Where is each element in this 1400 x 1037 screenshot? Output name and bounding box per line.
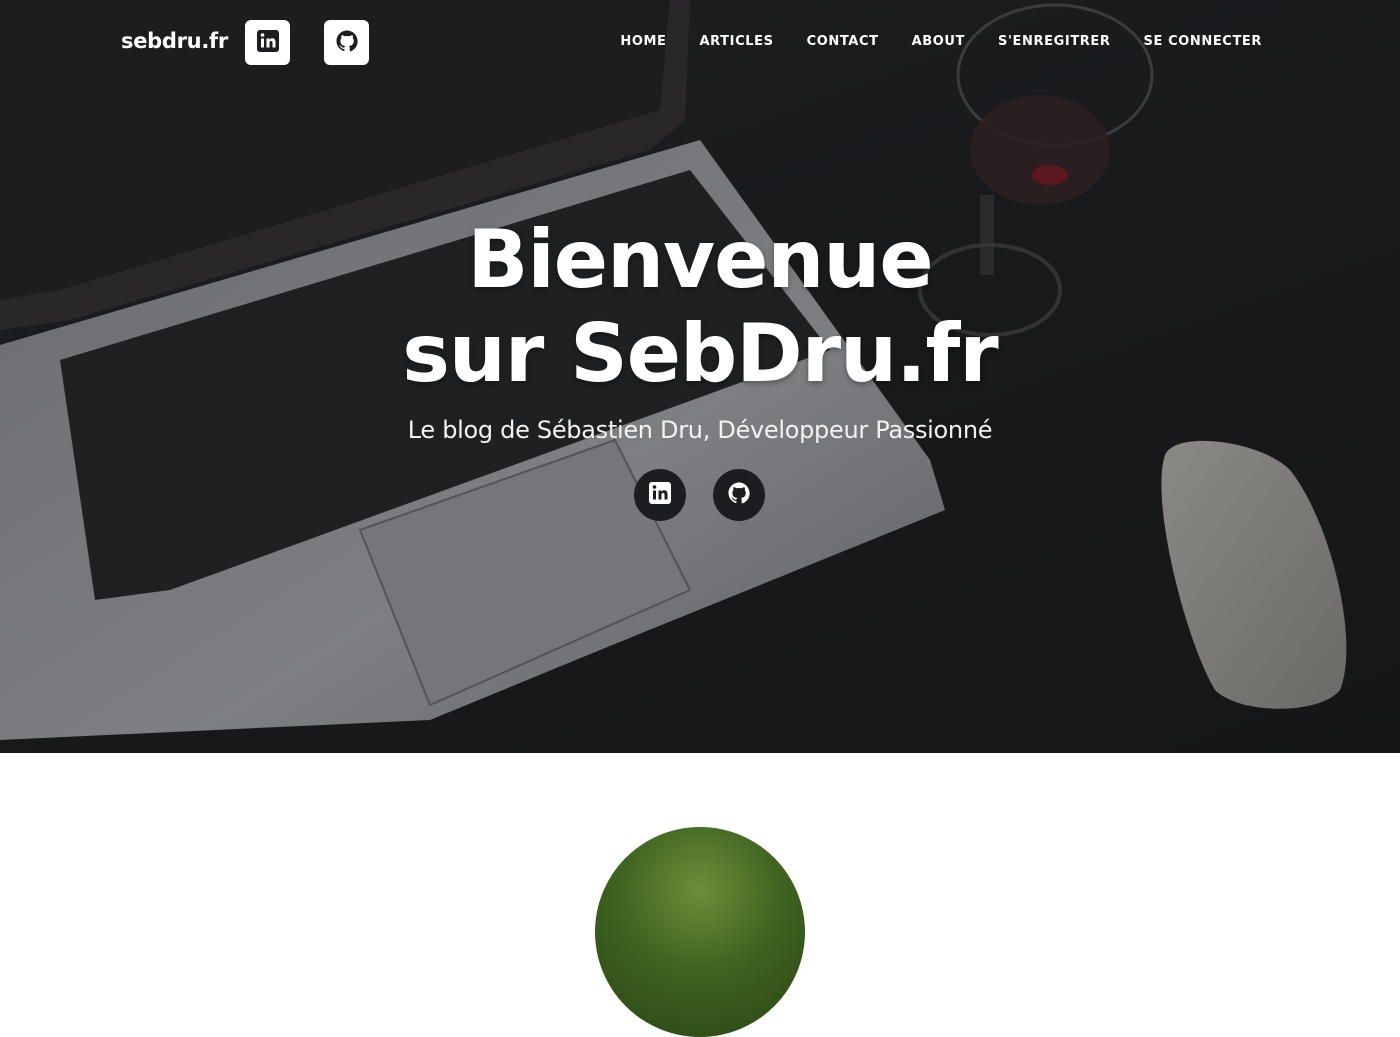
github-icon: [335, 29, 359, 57]
hero-section: sebdru.fr HOME ARTICLES CONTACT ABOUT S'…: [0, 0, 1400, 753]
hero-title: Bienvenue sur SebDru.fr: [0, 213, 1400, 401]
nav-link-about[interactable]: ABOUT: [879, 34, 965, 49]
hero-subtitle: Le blog de Sébastien Dru, Développeur Pa…: [407, 416, 993, 444]
linkedin-icon: [256, 29, 280, 57]
nav-link-login[interactable]: SE CONNECTER: [1111, 34, 1263, 49]
hero-title-line1: Bienvenue: [467, 213, 933, 306]
linkedin-icon: [648, 481, 672, 509]
nav-link-contact[interactable]: CONTACT: [774, 34, 879, 49]
hero-github-button[interactable]: [713, 469, 765, 521]
hero-title-line2: sur SebDru.fr: [402, 307, 998, 400]
author-avatar: [595, 827, 805, 1037]
brand-logo[interactable]: sebdru.fr: [121, 29, 228, 53]
nav-linkedin-button[interactable]: [245, 20, 290, 65]
main-navigation: HOME ARTICLES CONTACT ABOUT S'ENREGITRER…: [620, 34, 1262, 49]
nav-github-button[interactable]: [324, 20, 369, 65]
nav-link-register[interactable]: S'ENREGITRER: [965, 34, 1110, 49]
github-icon: [727, 481, 751, 509]
nav-link-articles[interactable]: ARTICLES: [667, 34, 774, 49]
nav-link-home[interactable]: HOME: [620, 34, 666, 49]
hero-linkedin-button[interactable]: [634, 469, 686, 521]
